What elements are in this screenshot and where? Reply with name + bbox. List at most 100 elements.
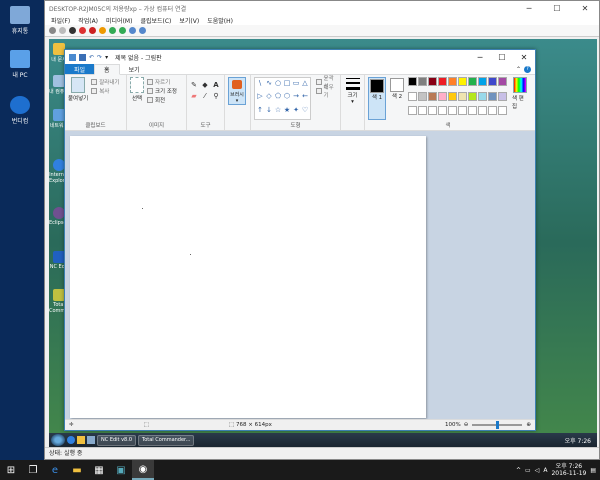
tab-view[interactable]: 보기 bbox=[120, 64, 149, 74]
tab-file[interactable]: 파일 bbox=[65, 64, 95, 74]
paint-maximize-icon[interactable]: ☐ bbox=[491, 53, 513, 62]
file-explorer-icon[interactable]: ▬ bbox=[66, 460, 88, 480]
palette-swatch[interactable] bbox=[458, 91, 467, 101]
turn-off-icon[interactable] bbox=[69, 27, 76, 34]
shapes-gallery[interactable]: \ ∿ ○ □ ▭ △ ▷ ◇ ⬠ ⬡ → ← ↑ ↓ ☆ ★ ✦ ♡ bbox=[254, 77, 311, 120]
color1-button[interactable]: 색 1 bbox=[368, 77, 386, 120]
palette-swatch[interactable] bbox=[418, 77, 427, 86]
color2-button[interactable]: 색 2 bbox=[389, 77, 405, 120]
power-icon[interactable] bbox=[89, 27, 96, 34]
palette-swatch[interactable] bbox=[408, 91, 417, 101]
save-state-icon[interactable] bbox=[99, 27, 106, 34]
shape-item[interactable]: \ bbox=[256, 79, 264, 87]
palette-swatch[interactable] bbox=[458, 77, 467, 86]
guest-start-button[interactable] bbox=[51, 434, 65, 446]
shutdown-icon[interactable] bbox=[79, 27, 86, 34]
color-picker-icon[interactable]: ⁄ bbox=[201, 92, 209, 100]
palette-swatch[interactable] bbox=[488, 91, 497, 101]
pause-icon[interactable] bbox=[109, 27, 116, 34]
taskbar-item-nc-edit[interactable]: NC Edit v8.0 bbox=[97, 434, 137, 446]
desktop-icon-bandizip[interactable]: 번디컴 bbox=[2, 96, 38, 125]
quicklaunch-folder-icon[interactable] bbox=[77, 436, 85, 444]
drawing-canvas[interactable] bbox=[70, 136, 426, 418]
volume-icon[interactable]: ◁ bbox=[535, 467, 540, 474]
vm-menu-view[interactable]: 보기(V) bbox=[179, 16, 199, 25]
resize-button[interactable]: 크기 조정 bbox=[147, 86, 177, 95]
show-hidden-icons-icon[interactable]: ^ bbox=[516, 467, 521, 474]
desktop-icon-this-pc[interactable]: 내 PC bbox=[2, 50, 38, 79]
shape-item[interactable]: □ bbox=[283, 79, 291, 87]
shape-item[interactable]: → bbox=[292, 92, 300, 100]
palette-swatch[interactable] bbox=[438, 77, 447, 86]
language-indicator[interactable]: A bbox=[543, 467, 547, 474]
ctrl-alt-del-icon[interactable] bbox=[49, 27, 56, 34]
taskbar-item-total-commander[interactable]: Total Commander... bbox=[138, 434, 195, 446]
shape-item[interactable]: ○ bbox=[274, 79, 282, 87]
notification-icon[interactable]: ▤ bbox=[590, 467, 596, 474]
desktop-icon-recycle-bin[interactable]: 휴지통 bbox=[2, 6, 38, 35]
windows-start-icon[interactable]: ⊞ bbox=[0, 460, 22, 480]
close-icon[interactable]: ✕ bbox=[571, 4, 599, 13]
reset-icon[interactable] bbox=[119, 27, 126, 34]
palette-swatch[interactable] bbox=[478, 77, 487, 86]
palette-swatch[interactable] bbox=[478, 91, 487, 101]
paint-close-icon[interactable]: ✕ bbox=[513, 53, 535, 62]
zoom-slider[interactable] bbox=[472, 421, 523, 429]
brushes-button[interactable]: 브러시 ▾ bbox=[228, 77, 246, 105]
eraser-icon[interactable]: ▰ bbox=[190, 92, 198, 100]
revert-icon[interactable] bbox=[139, 27, 146, 34]
palette-swatch[interactable] bbox=[408, 106, 417, 116]
color-palette[interactable] bbox=[408, 77, 507, 120]
shape-item[interactable]: ⬡ bbox=[283, 92, 291, 100]
zoom-slider-thumb[interactable] bbox=[495, 421, 499, 429]
shape-item[interactable]: ✦ bbox=[292, 106, 300, 114]
palette-swatch[interactable] bbox=[478, 106, 487, 116]
palette-swatch[interactable] bbox=[488, 77, 497, 86]
palette-swatch[interactable] bbox=[428, 106, 437, 116]
pencil-icon[interactable]: ✎ bbox=[190, 81, 198, 89]
vm-connection-taskbar-icon[interactable]: ◉ bbox=[132, 460, 154, 480]
shape-item[interactable]: ∿ bbox=[265, 79, 273, 87]
task-view-icon[interactable]: ❐ bbox=[22, 460, 44, 480]
palette-swatch[interactable] bbox=[418, 106, 427, 116]
palette-swatch[interactable] bbox=[438, 91, 447, 101]
copy-button[interactable]: 복사 bbox=[91, 86, 119, 95]
shape-item[interactable]: ★ bbox=[283, 106, 291, 114]
shape-item[interactable]: ⬠ bbox=[274, 92, 282, 100]
undo-icon[interactable]: ↶ bbox=[89, 54, 94, 61]
shape-item[interactable]: △ bbox=[301, 79, 309, 87]
ribbon-collapse-icon[interactable]: ⌃ bbox=[516, 66, 521, 73]
palette-swatch[interactable] bbox=[498, 106, 507, 116]
vm-menu-action[interactable]: 작업(A) bbox=[78, 16, 98, 25]
minimize-icon[interactable]: ─ bbox=[515, 4, 543, 13]
palette-swatch[interactable] bbox=[448, 77, 457, 86]
palette-swatch[interactable] bbox=[468, 91, 477, 101]
start-icon[interactable] bbox=[59, 27, 66, 34]
palette-swatch[interactable] bbox=[418, 91, 427, 101]
shape-item[interactable]: ♡ bbox=[301, 106, 309, 114]
fill-icon[interactable]: ◆ bbox=[201, 81, 209, 89]
palette-swatch[interactable] bbox=[498, 91, 507, 101]
shape-item[interactable]: ☆ bbox=[274, 106, 282, 114]
hyper-v-icon[interactable]: ▣ bbox=[110, 460, 132, 480]
vm-menu-media[interactable]: 미디어(M) bbox=[106, 16, 132, 25]
palette-swatch[interactable] bbox=[428, 77, 437, 86]
edit-colors-button[interactable]: 색 편집 bbox=[512, 77, 528, 120]
text-icon[interactable]: A bbox=[212, 81, 220, 89]
help-icon[interactable]: ? bbox=[524, 65, 531, 73]
palette-swatch[interactable] bbox=[498, 77, 507, 86]
vm-menu-clipboard[interactable]: 클립보드(C) bbox=[140, 16, 171, 25]
zoom-out-icon[interactable]: ⊖ bbox=[464, 422, 469, 428]
paint-minimize-icon[interactable]: ─ bbox=[469, 53, 491, 62]
network-icon[interactable]: ▭ bbox=[525, 467, 531, 474]
shape-item[interactable]: ← bbox=[301, 92, 309, 100]
quicklaunch-ie-icon[interactable] bbox=[67, 436, 75, 444]
rotate-button[interactable]: 회전 bbox=[147, 95, 177, 104]
maximize-icon[interactable]: ☐ bbox=[543, 4, 571, 13]
host-clock[interactable]: 오후 7:26 2016-11-19 bbox=[551, 463, 586, 477]
edge-icon[interactable]: e bbox=[44, 460, 66, 480]
shape-item[interactable]: ◇ bbox=[265, 92, 273, 100]
select-button[interactable]: 선택 bbox=[130, 77, 144, 120]
palette-swatch[interactable] bbox=[468, 106, 477, 116]
shape-item[interactable]: ▭ bbox=[292, 79, 300, 87]
